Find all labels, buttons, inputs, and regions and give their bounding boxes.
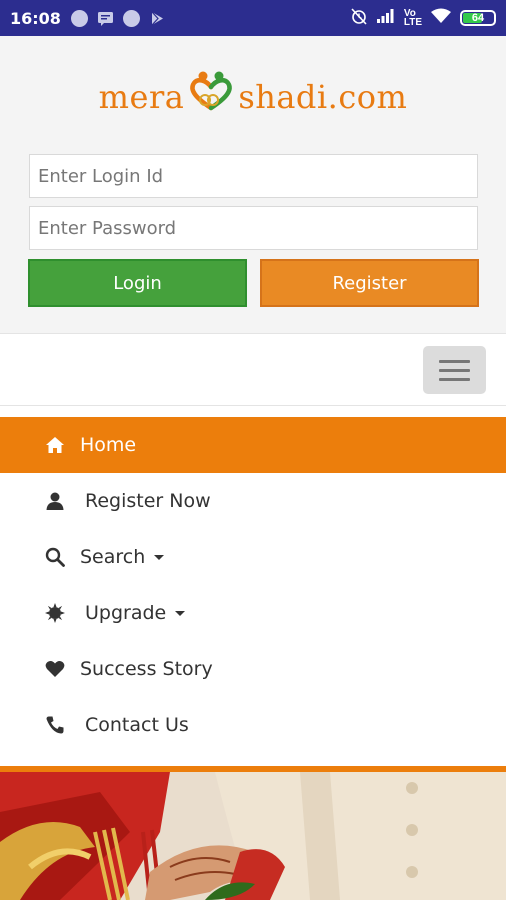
user-icon (44, 490, 66, 512)
logo-text-shadi: shadi.com (238, 78, 408, 116)
login-button[interactable]: Login (28, 259, 247, 307)
menu-item-label: Success Story (80, 658, 213, 680)
caret-down-icon (175, 610, 186, 616)
menu-item-label: Register Now (85, 490, 211, 512)
password-input[interactable] (29, 206, 478, 250)
navbar (0, 333, 506, 406)
menu-item-upgrade[interactable]: Upgrade (0, 585, 506, 641)
phone-icon (44, 714, 66, 736)
notification-dot-icon (70, 9, 88, 27)
certificate-icon (44, 602, 66, 624)
notification-dot-icon-2 (122, 9, 140, 27)
logo-text-mera: mera (98, 78, 185, 116)
caret-down-icon (154, 554, 165, 560)
menu-item-label: Search (80, 546, 146, 568)
menu-item-contact-us[interactable]: Contact Us (0, 697, 506, 753)
signal-icon (376, 8, 396, 29)
hamburger-line-icon (439, 359, 470, 363)
register-button[interactable]: Register (260, 259, 479, 307)
home-icon (44, 434, 66, 456)
menu-item-label: Contact Us (85, 714, 189, 736)
battery-level: 64 (471, 12, 485, 24)
wedding-banner-image (0, 772, 506, 900)
menu-item-label: Home (80, 434, 137, 456)
menu-item-success-story[interactable]: Success Story (0, 641, 506, 697)
menu-item-label: Upgrade (85, 602, 167, 624)
message-icon (97, 10, 114, 27)
search-icon (44, 546, 66, 568)
nav-menu: Home Register Now Search Upgrade Success… (0, 417, 506, 753)
hamburger-line-icon (439, 377, 470, 381)
lte-label: LTE (403, 17, 422, 28)
play-store-icon (149, 10, 166, 27)
site-logo[interactable]: mera shadi.com (0, 70, 506, 116)
hamburger-line-icon (439, 368, 470, 372)
menu-item-search[interactable]: Search (0, 529, 506, 585)
couple-heart-logo-icon (184, 70, 238, 114)
heart-icon (44, 658, 66, 680)
status-time: 16:08 (10, 8, 61, 28)
wifi-icon (430, 8, 452, 29)
login-id-input[interactable] (29, 154, 478, 198)
menu-item-home[interactable]: Home (0, 417, 506, 473)
network-type: Vo LTE (403, 9, 422, 28)
menu-item-register-now[interactable]: Register Now (0, 473, 506, 529)
battery-icon: 64 (460, 10, 496, 26)
status-bar: 16:08 Vo LTE 64 (0, 0, 506, 36)
hamburger-menu-button[interactable] (423, 346, 486, 394)
alarm-off-icon (350, 7, 368, 30)
header-area: mera shadi.com Login Register (0, 36, 506, 333)
